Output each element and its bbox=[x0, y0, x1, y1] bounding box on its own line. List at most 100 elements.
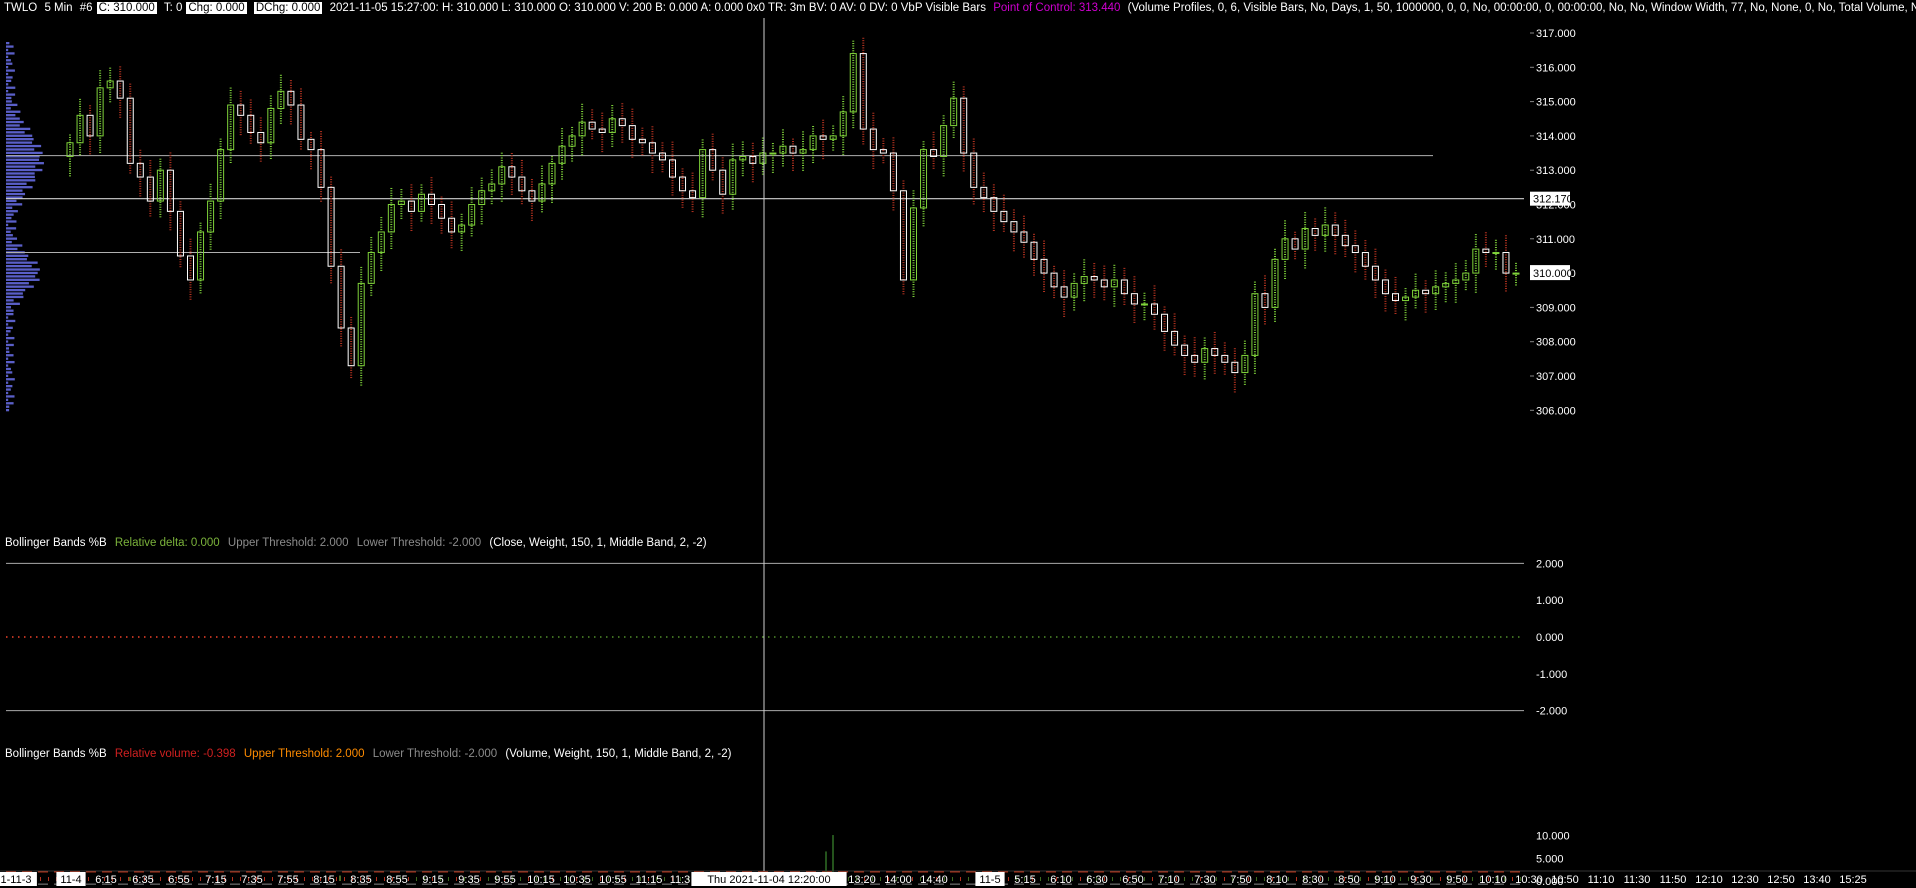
price-tick bbox=[581, 151, 584, 153]
price-tick bbox=[149, 186, 152, 188]
zero-dot bbox=[408, 636, 410, 638]
price-tick bbox=[1073, 309, 1076, 311]
price-tick bbox=[1163, 325, 1166, 327]
zero-dot bbox=[24, 636, 26, 638]
price-tick bbox=[380, 269, 383, 271]
candle-body bbox=[1311, 228, 1319, 236]
price-tick bbox=[902, 235, 905, 237]
price-tick bbox=[962, 96, 965, 98]
price-tick bbox=[1444, 274, 1447, 276]
volume-dot bbox=[1080, 877, 1081, 881]
price-tick bbox=[1093, 267, 1096, 269]
profile-row bbox=[6, 124, 20, 127]
price-tick bbox=[1243, 350, 1246, 352]
price-tick bbox=[1163, 323, 1166, 325]
price-tick bbox=[470, 225, 473, 227]
price-tick bbox=[922, 143, 925, 145]
price-tick bbox=[89, 122, 92, 124]
price-tick bbox=[862, 143, 865, 145]
price-tick bbox=[330, 183, 333, 185]
price-tick bbox=[701, 206, 704, 208]
price-tick bbox=[561, 161, 564, 163]
price-tick bbox=[229, 125, 232, 127]
price-tick bbox=[1002, 206, 1005, 208]
price-tick bbox=[842, 146, 845, 148]
price-tick bbox=[842, 120, 845, 122]
price-tick bbox=[330, 229, 333, 231]
price-tick bbox=[982, 191, 985, 193]
price-tick bbox=[470, 211, 473, 213]
price-tick bbox=[661, 142, 664, 144]
price-tick bbox=[1344, 224, 1347, 226]
price-tick bbox=[852, 81, 855, 83]
price-tick bbox=[902, 286, 905, 288]
price-tick bbox=[1434, 292, 1437, 294]
price-tick bbox=[1414, 283, 1417, 285]
price-tick bbox=[1274, 253, 1276, 255]
profile-row bbox=[6, 206, 13, 209]
price-tick bbox=[902, 276, 905, 278]
price-tick bbox=[530, 179, 533, 181]
zero-dot bbox=[1380, 636, 1382, 638]
price-tick bbox=[69, 144, 71, 146]
price-tick bbox=[1223, 366, 1226, 368]
profile-row bbox=[6, 230, 11, 233]
panel3-lower: Lower Threshold: -2.000 bbox=[372, 748, 498, 760]
price-tick bbox=[671, 189, 674, 191]
price-tick bbox=[219, 191, 222, 193]
price-tick bbox=[1223, 364, 1226, 366]
price-tick bbox=[330, 227, 333, 229]
price-tick bbox=[1113, 269, 1116, 271]
price-tick bbox=[79, 149, 82, 151]
price-axis[interactable]: 317.000316.000315.000314.000313.000312.0… bbox=[1530, 28, 1576, 417]
time-tick-label: 8:15 bbox=[313, 874, 334, 886]
price-tick bbox=[209, 248, 212, 250]
zero-dot bbox=[1104, 636, 1106, 638]
zero-dot bbox=[504, 636, 506, 638]
price-tick bbox=[1153, 323, 1156, 325]
panel3-relative: Relative volume: -0.398 bbox=[114, 748, 236, 760]
panel2-tick-label: -2.000 bbox=[1536, 706, 1567, 718]
zero-dot bbox=[84, 636, 86, 638]
price-tick bbox=[852, 57, 855, 59]
price-tick bbox=[1274, 299, 1276, 301]
price-tick bbox=[972, 155, 975, 157]
price-tick bbox=[1103, 289, 1106, 291]
price-tick bbox=[792, 138, 794, 140]
price-tick bbox=[330, 219, 333, 221]
price-tick bbox=[430, 191, 433, 193]
zero-dot bbox=[876, 636, 878, 638]
price-tick bbox=[169, 195, 172, 197]
profile-row bbox=[6, 268, 40, 271]
price-tick bbox=[540, 194, 543, 196]
price-tick bbox=[802, 167, 805, 169]
price-tick bbox=[812, 150, 815, 152]
price-tick bbox=[219, 210, 222, 212]
price-tick bbox=[340, 287, 343, 289]
price-tick bbox=[711, 152, 714, 154]
price-tick bbox=[530, 188, 533, 190]
zero-dot bbox=[324, 636, 326, 638]
price-tick bbox=[199, 287, 202, 289]
price-tick bbox=[852, 62, 855, 64]
price-tick bbox=[611, 117, 614, 119]
price-tick bbox=[1033, 253, 1035, 255]
price-tick bbox=[1213, 343, 1216, 345]
price-tick bbox=[440, 230, 443, 232]
price-tick bbox=[1153, 290, 1156, 292]
candle-body bbox=[166, 169, 174, 212]
price-tick bbox=[1334, 236, 1337, 238]
price-tick bbox=[912, 248, 915, 250]
price-tick bbox=[1334, 214, 1337, 216]
time-tick-label: 6:30 bbox=[1086, 874, 1107, 886]
price-tick bbox=[530, 186, 533, 188]
price-tick bbox=[1474, 234, 1477, 236]
price-tick bbox=[269, 112, 272, 114]
zero-dot bbox=[1440, 636, 1442, 638]
price-tick-label: 306.000 bbox=[1536, 405, 1576, 417]
price-tick bbox=[320, 157, 323, 159]
price-tick bbox=[390, 219, 393, 221]
price-tick bbox=[1093, 287, 1096, 289]
price-tick bbox=[631, 130, 634, 132]
price-tick bbox=[510, 179, 513, 181]
